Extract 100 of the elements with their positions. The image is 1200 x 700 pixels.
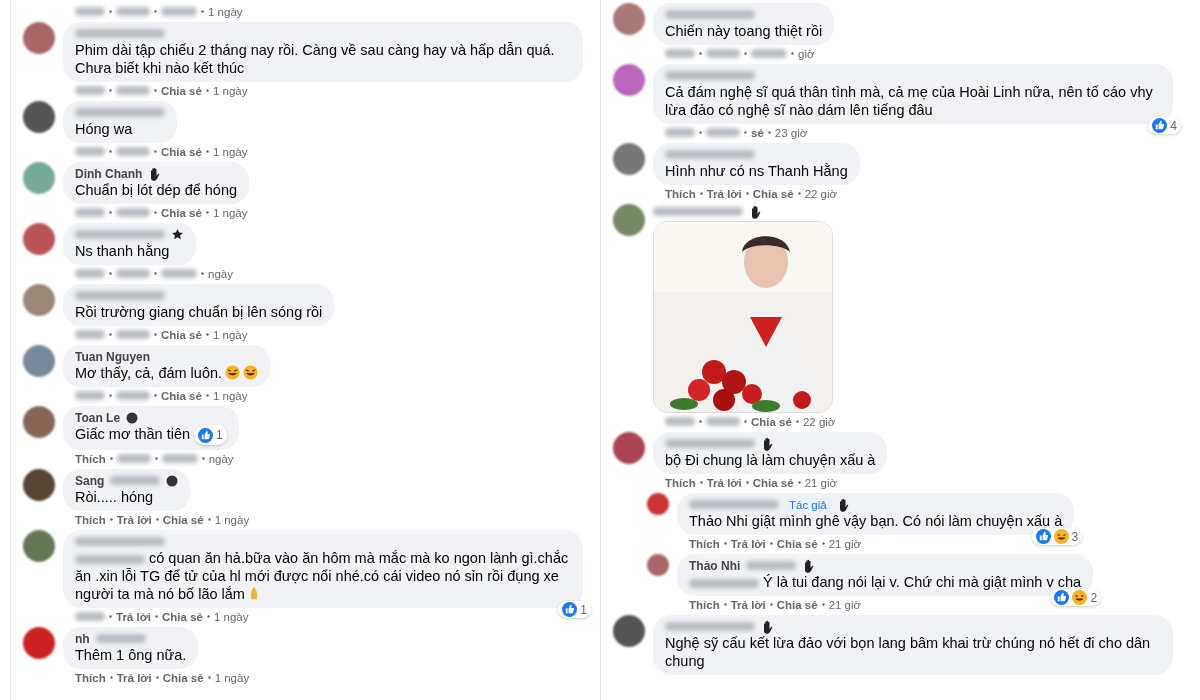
separator-dot-icon: [201, 457, 205, 461]
comment-text: Ý là tui đang nói lại v. Chứ chi mà giật mình v cha: [689, 573, 1082, 591]
comment-text: Rồi trường giang chuẩn bị lên sóng rồi: [75, 303, 323, 321]
author-tag: Tác giả: [785, 497, 831, 512]
avatar[interactable]: [647, 554, 669, 576]
share-link[interactable]: Chia sẻ: [161, 145, 202, 158]
timestamp: 1 ngày: [208, 5, 243, 18]
blurred-text: [706, 417, 740, 426]
separator-dot-icon: [109, 676, 113, 680]
separator-dot-icon: [205, 89, 209, 92]
separator-dot-icon: [109, 333, 112, 336]
separator-dot-icon: [791, 52, 794, 55]
blurred-text: [116, 86, 150, 95]
reaction-count[interactable]: 1: [558, 601, 591, 619]
reaction-count[interactable]: 1: [194, 425, 227, 446]
separator-dot-icon: [699, 192, 703, 195]
commenter-name[interactable]: Dinh Chanh: [75, 166, 143, 181]
timestamp: 1 ngày: [212, 206, 248, 219]
blurred-text: [665, 128, 695, 137]
avatar[interactable]: [23, 627, 55, 660]
separator-dot-icon: [767, 131, 771, 134]
separator-dot-icon: [744, 420, 747, 423]
separator-dot-icon: [154, 272, 157, 275]
like-link[interactable]: Thích: [75, 671, 106, 684]
share-link[interactable]: Chia sẻ: [162, 513, 204, 526]
reply-link[interactable]: Trả lời: [706, 476, 742, 489]
separator-dot-icon: [699, 481, 703, 484]
separator-dot-icon: [154, 150, 157, 153]
blurred-text: [75, 269, 105, 278]
separator-dot-icon: [154, 457, 158, 461]
separator-dot-icon: [205, 333, 209, 336]
avatar[interactable]: [23, 469, 55, 502]
avatar[interactable]: [613, 615, 645, 647]
share-link[interactable]: Chia sẻ: [751, 415, 792, 428]
avatar[interactable]: [23, 101, 55, 133]
like-link[interactable]: Thích: [689, 598, 720, 611]
separator-dot-icon: [154, 394, 157, 397]
share-link[interactable]: Chia sẻ: [161, 389, 202, 402]
separator-dot-icon: [155, 615, 159, 619]
share-link[interactable]: Chia sẻ: [752, 187, 794, 200]
separator-dot-icon: [109, 615, 112, 619]
separator-dot-icon: [155, 518, 159, 522]
commenter-name[interactable]: nh: [75, 631, 90, 646]
timestamp: 22 giờ: [804, 187, 838, 200]
commenter-name[interactable]: Sang: [75, 473, 105, 488]
commenter-name[interactable]: Thảo Nhi: [689, 558, 741, 573]
avatar[interactable]: [23, 530, 55, 563]
share-link[interactable]: Chia sẻ: [161, 206, 202, 219]
separator-dot-icon: [109, 394, 112, 397]
share-link[interactable]: sẻ: [751, 126, 764, 139]
share-link[interactable]: Chia sẻ: [776, 598, 818, 611]
reply-link[interactable]: Trả lời: [730, 537, 766, 550]
reaction-count[interactable]: 2: [1050, 589, 1102, 606]
avatar[interactable]: [613, 143, 645, 175]
comment-text: Cả đám nghệ sĩ quá thân tình mà, cả mẹ của Hoài Linh nữa, nên tố cáo vhy lừa đảo có nghệ sĩ nào dám lên tiếng đâu: [665, 83, 1154, 119]
reply-link[interactable]: Trả lời: [116, 671, 152, 684]
timestamp: giờ: [798, 47, 815, 60]
share-link[interactable]: Chia sẻ: [161, 84, 202, 97]
timestamp: 22 giờ: [802, 415, 836, 428]
reply-link[interactable]: Trả lời: [706, 187, 742, 200]
separator-dot-icon: [207, 676, 211, 680]
separator-dot-icon: [797, 192, 801, 195]
share-link[interactable]: Chia sẻ: [776, 537, 818, 550]
share-link[interactable]: Chia sẻ: [162, 610, 203, 623]
reply-link[interactable]: Trả lời: [116, 610, 152, 623]
commenter-name[interactable]: Toan Le: [75, 410, 121, 425]
reply-link[interactable]: Trả lời: [116, 513, 152, 526]
separator-dot-icon: [745, 481, 749, 484]
avatar[interactable]: [23, 406, 55, 438]
timestamp: 1 ngày: [214, 671, 250, 684]
separator-dot-icon: [205, 394, 209, 397]
separator-dot-icon: [109, 150, 112, 153]
reply-link[interactable]: Trả lời: [730, 598, 766, 611]
avatar[interactable]: [613, 432, 645, 464]
like-link[interactable]: Thích: [665, 187, 696, 200]
comment-text: Chiến này toang thiệt rồi: [665, 22, 823, 40]
reaction-count[interactable]: 4: [1148, 117, 1181, 134]
blurred-text: [665, 417, 695, 426]
commenter-name[interactable]: Tuan Nguyen: [75, 349, 151, 364]
like-link[interactable]: Thích: [75, 452, 106, 465]
avatar[interactable]: [23, 22, 55, 54]
avatar[interactable]: [647, 493, 669, 515]
blurred-text: [75, 147, 105, 156]
blurred-text: [116, 7, 150, 16]
share-link[interactable]: Chia sẻ: [162, 671, 204, 684]
like-link[interactable]: Thích: [75, 513, 106, 526]
like-link[interactable]: Thích: [689, 537, 720, 550]
like-link[interactable]: Thích: [665, 476, 696, 489]
separator-dot-icon: [821, 542, 825, 545]
blurred-text: [116, 269, 150, 278]
comment-text: có quan ăn hả.bữa vào ăn hôm mà mắc mà ko ngon lành gì.chắc ăn .xin lỗi TG để tử của hl mới được nổi nhé.có cái video nó sỉn rồi đụng xe người ta mà nó bố lão lắm: [75, 549, 570, 604]
reaction-count[interactable]: 3: [1031, 528, 1083, 545]
share-link[interactable]: Chia sẻ: [161, 328, 202, 341]
share-link[interactable]: Chia sẻ: [752, 476, 794, 489]
separator-dot-icon: [109, 10, 112, 13]
comment-text: Giấc mơ thần tiên 1: [75, 425, 227, 446]
separator-dot-icon: [769, 542, 773, 545]
separator-dot-icon: [745, 192, 749, 195]
avatar[interactable]: [23, 223, 55, 255]
separator-dot-icon: [201, 10, 204, 13]
